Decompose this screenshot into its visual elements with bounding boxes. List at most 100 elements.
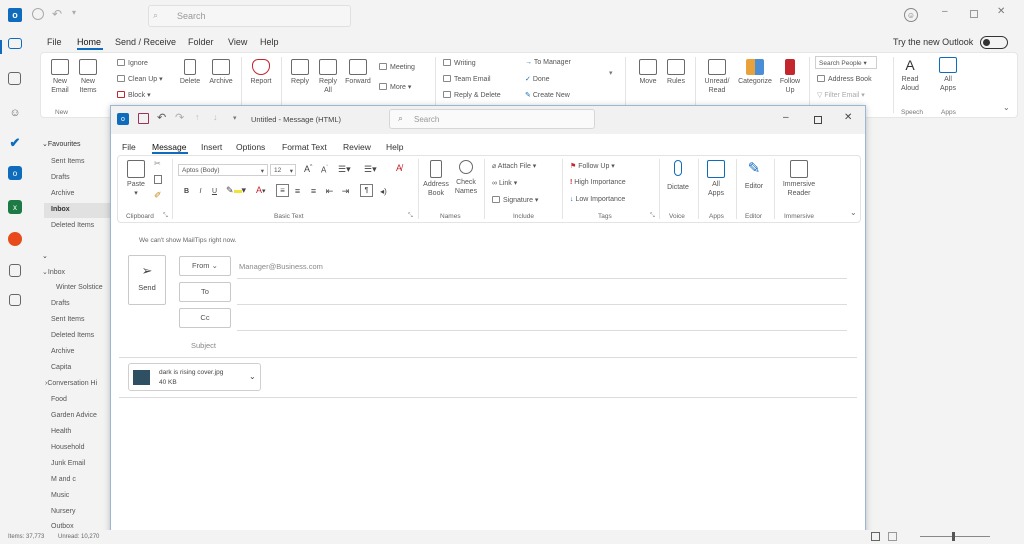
check-names-button[interactable]: Check Names xyxy=(452,160,480,196)
folder-item[interactable]: Deleted Items xyxy=(51,222,94,229)
bullets-icon[interactable]: ☰▾ xyxy=(338,164,351,175)
cc-input[interactable] xyxy=(237,308,847,328)
folder-item[interactable]: Health xyxy=(51,428,71,435)
normal-view-icon[interactable] xyxy=(871,532,880,541)
new-items-button[interactable]: New Items xyxy=(75,59,101,95)
quick-step-reply-delete[interactable]: Reply & Delete xyxy=(443,91,501,99)
folder-item[interactable]: Music xyxy=(51,492,69,499)
customize-toolbar-icon[interactable]: ▾ xyxy=(72,8,76,17)
compose-tab-message[interactable]: Message xyxy=(152,142,187,152)
folder-item[interactable]: Garden Advice xyxy=(51,412,97,419)
compose-search-input[interactable]: ⌕ Search xyxy=(389,109,595,129)
low-importance-button[interactable]: ↓ Low Importance xyxy=(570,196,625,203)
folder-item-inbox-selected[interactable]: Inbox xyxy=(51,206,70,213)
notes-icon[interactable] xyxy=(9,264,21,277)
compose-tab-file[interactable]: File xyxy=(122,142,136,152)
folder-item[interactable]: Drafts xyxy=(51,174,70,181)
quick-steps-scroll[interactable]: ▾ xyxy=(609,69,613,77)
todo-icon[interactable]: ✔ xyxy=(6,134,24,152)
copy-icon[interactable] xyxy=(154,175,162,184)
rtl-text-icon[interactable]: ◂) xyxy=(379,187,388,196)
calendar-icon[interactable] xyxy=(8,72,21,85)
minimize-icon[interactable]: – xyxy=(783,112,789,123)
previous-item-icon[interactable]: ↑ xyxy=(195,112,200,122)
message-body[interactable] xyxy=(119,402,857,540)
signature-button[interactable]: Signature ▾ xyxy=(492,196,538,204)
folder-item[interactable]: Nursery xyxy=(51,508,76,515)
attachment-chip[interactable]: dark is rising cover.jpg 40 KB ⌄ xyxy=(128,363,261,391)
clear-formatting-icon[interactable]: A̸ xyxy=(396,163,402,173)
quick-step-done[interactable]: ✓ Done xyxy=(525,75,550,83)
folder-item[interactable]: Sent Items xyxy=(51,316,84,323)
align-center-icon[interactable]: ≡ xyxy=(293,187,302,196)
tab-folder[interactable]: Folder xyxy=(188,37,214,47)
undo-icon[interactable]: ↶ xyxy=(157,111,166,124)
redo-icon[interactable]: ↷ xyxy=(175,111,184,124)
block-button[interactable]: Block ▾ xyxy=(117,91,151,99)
next-item-icon[interactable]: ↓ xyxy=(213,112,218,122)
editor-button[interactable]: ✎ Editor xyxy=(739,160,769,191)
maximize-icon[interactable] xyxy=(970,10,978,18)
report-button[interactable]: Report xyxy=(247,59,275,86)
inbox-folder[interactable]: ⌄Inbox xyxy=(42,268,65,276)
address-book-button[interactable]: Address Book xyxy=(817,75,872,83)
all-apps-button[interactable]: All Apps xyxy=(701,160,731,198)
format-painter-icon[interactable]: ✐ xyxy=(154,190,162,201)
reply-all-button[interactable]: Reply All xyxy=(315,59,341,95)
decrease-indent-icon[interactable]: ⇤ xyxy=(325,187,334,196)
account-expander[interactable]: ⌄ xyxy=(42,252,48,260)
tags-launcher-icon[interactable]: ⤡ xyxy=(650,213,655,220)
folder-item[interactable]: Capita xyxy=(51,364,71,371)
reading-view-icon[interactable] xyxy=(888,532,897,541)
tab-help[interactable]: Help xyxy=(260,37,279,47)
quick-step-to-manager[interactable]: → To Manager xyxy=(525,59,571,66)
filter-email-button[interactable]: ▽ Filter Email ▾ xyxy=(817,91,865,99)
folder-item[interactable]: Drafts xyxy=(51,300,70,307)
follow-up-button[interactable]: Follow Up xyxy=(777,59,803,95)
save-icon[interactable] xyxy=(138,113,149,124)
move-button[interactable]: Move xyxy=(635,59,661,86)
categorize-button[interactable]: Categorize xyxy=(735,59,775,86)
maximize-icon[interactable] xyxy=(814,116,822,124)
folder-item[interactable]: Household xyxy=(51,444,84,451)
increase-indent-icon[interactable]: ⇥ xyxy=(341,187,350,196)
from-button[interactable]: From ⌄ xyxy=(179,256,231,276)
excel-icon[interactable]: x xyxy=(8,200,22,214)
cc-button[interactable]: Cc xyxy=(179,308,231,328)
compose-tab-insert[interactable]: Insert xyxy=(201,142,222,152)
quick-step-create-new[interactable]: ✎ Create New xyxy=(525,91,570,99)
ribbon-collapse-icon[interactable]: ⌄ xyxy=(850,208,857,217)
high-importance-button[interactable]: ! High Importance xyxy=(570,179,626,186)
favourites-header[interactable]: ⌄Favourites xyxy=(42,140,81,148)
underline-icon[interactable]: U xyxy=(210,187,219,196)
search-input[interactable]: ⌕ Search xyxy=(148,5,351,27)
ribbon-collapse-icon[interactable]: ⌄ xyxy=(1003,103,1010,112)
new-email-button[interactable]: New Email xyxy=(47,59,73,95)
folder-item[interactable]: Archive xyxy=(51,348,74,355)
quick-step-writing[interactable]: Writing xyxy=(443,59,476,67)
font-name-select[interactable]: Aptos (Body) ▾ xyxy=(178,164,268,176)
account-icon[interactable]: ☺ xyxy=(904,8,918,22)
minimize-icon[interactable]: – xyxy=(942,6,948,17)
compose-tab-help[interactable]: Help xyxy=(386,142,403,152)
link-button[interactable]: ∞ Link ▾ xyxy=(492,179,517,187)
apps-icon[interactable] xyxy=(9,294,21,306)
meeting-button[interactable]: Meeting xyxy=(379,63,415,71)
read-aloud-button[interactable]: A Read Aloud xyxy=(897,57,923,93)
people-icon[interactable]: ☺ xyxy=(6,104,24,122)
paste-button[interactable]: Paste ▾ xyxy=(124,160,148,198)
sync-icon[interactable] xyxy=(32,8,44,20)
try-new-outlook-toggle[interactable] xyxy=(980,36,1008,49)
reply-button[interactable]: Reply xyxy=(287,59,313,86)
folder-item[interactable]: Food xyxy=(51,396,67,403)
tab-send-receive[interactable]: Send / Receive xyxy=(115,37,176,47)
send-button[interactable]: ➢ Send xyxy=(128,255,166,305)
tab-home[interactable]: Home xyxy=(77,37,101,47)
more-button[interactable]: More ▾ xyxy=(379,83,411,91)
mail-icon[interactable] xyxy=(8,38,22,49)
quick-step-team-email[interactable]: Team Email xyxy=(443,75,491,83)
italic-icon[interactable]: I xyxy=(196,187,205,196)
subject-input[interactable] xyxy=(237,336,847,354)
numbering-icon[interactable]: ☰▾ xyxy=(364,164,377,175)
unread-read-button[interactable]: Unread/ Read xyxy=(701,59,733,95)
